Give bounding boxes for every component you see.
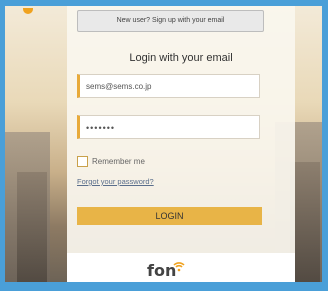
fon-logo: fon: [147, 261, 177, 280]
password-field[interactable]: •••••••: [77, 115, 260, 139]
signup-button[interactable]: New user? Sign up with your email: [77, 10, 264, 32]
footer: fon: [67, 253, 295, 282]
login-button[interactable]: LOGIN: [77, 207, 262, 225]
login-title: Login with your email: [129, 52, 233, 64]
remember-label: Remember me: [92, 157, 145, 166]
background-building: [17, 172, 47, 282]
wifi-icon: [173, 262, 185, 272]
brand-mark-icon: [23, 8, 33, 14]
login-panel: New user? Sign up with your email Login …: [67, 6, 295, 282]
app-frame: New user? Sign up with your email Login …: [5, 6, 322, 282]
forgot-password-link[interactable]: Forgot your password?: [77, 177, 154, 186]
remember-checkbox[interactable]: [77, 156, 88, 167]
remember-me[interactable]: Remember me: [77, 156, 145, 167]
email-field[interactable]: sems@sems.co.jp: [77, 74, 260, 98]
